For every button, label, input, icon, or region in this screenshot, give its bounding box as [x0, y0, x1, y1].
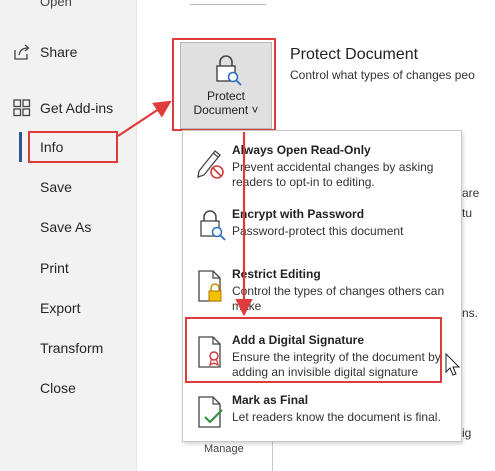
menu-item-title: Encrypt with Password — [232, 207, 365, 221]
menu-item-title: Restrict Editing — [232, 267, 321, 281]
sidebar-item-save-as[interactable]: Save As — [0, 213, 136, 241]
menu-item-title: Always Open Read-Only — [232, 143, 371, 157]
backstage-sidebar: Open Share Get Add-ins Info Save Save As… — [0, 0, 137, 471]
background-text: ns. — [462, 306, 479, 320]
menu-item-title: Mark as Final — [232, 393, 309, 407]
background-text: ig — [462, 426, 472, 440]
protect-document-description: Control what types of changes peo — [290, 68, 475, 82]
menu-item-description: Control the types of changes others can … — [232, 284, 445, 313]
sidebar-item-transform[interactable]: Transform — [0, 334, 136, 362]
sidebar-item-label: Close — [40, 380, 76, 396]
sidebar-item-get-add-ins[interactable]: Get Add-ins — [0, 94, 136, 122]
sidebar-item-print[interactable]: Print — [0, 254, 136, 282]
sidebar-item-label: Share — [40, 44, 78, 60]
menu-item-description: Prevent accidental changes by asking rea… — [232, 160, 434, 189]
top-cut-fragment — [190, 0, 266, 5]
lock-key-icon — [200, 210, 226, 241]
menu-item-description: Let readers know the document is final. — [232, 410, 441, 424]
menu-item-mark-as-final[interactable]: Mark as Final Let readers know the docum… — [183, 385, 461, 445]
sidebar-item-share[interactable]: Share — [0, 38, 136, 66]
info-highlight-box — [28, 131, 118, 163]
add-ins-icon — [13, 99, 31, 117]
menu-item-always-open-read-only[interactable]: Always Open Read-Only Prevent accidental… — [183, 135, 461, 195]
pencil-no-icon — [197, 150, 224, 179]
sidebar-item-label: Export — [40, 300, 81, 316]
sidebar-item-label: Print — [40, 260, 69, 276]
sidebar-item-label: Save As — [40, 219, 92, 235]
sidebar-item-export[interactable]: Export — [0, 294, 136, 322]
share-icon — [14, 44, 30, 60]
sidebar-item-label: Open — [40, 0, 72, 9]
sidebar-item-label: Save — [40, 179, 72, 195]
sidebar-item-label: Transform — [40, 340, 104, 356]
doc-lock-icon — [198, 270, 222, 302]
protect-document-title: Protect Document — [290, 46, 419, 63]
background-text: tu — [462, 206, 473, 220]
menu-item-encrypt-with-password[interactable]: Encrypt with Password Password-protect t… — [183, 199, 461, 259]
sidebar-item-open[interactable]: Open — [0, 0, 136, 14]
background-text: are — [462, 186, 480, 200]
menu-item-description: Password-protect this document — [232, 224, 404, 238]
protect-highlight-box — [172, 38, 276, 131]
menu-item-restrict-editing[interactable]: Restrict Editing Control the types of ch… — [183, 259, 461, 319]
signature-highlight-box — [185, 317, 442, 383]
sidebar-item-close[interactable]: Close — [0, 374, 136, 402]
protect-document-menu: Always Open Read-Only Prevent accidental… — [182, 130, 462, 442]
doc-check-icon — [198, 396, 223, 428]
sidebar-item-save[interactable]: Save — [0, 173, 136, 201]
sidebar-item-label: Get Add-ins — [40, 100, 114, 116]
